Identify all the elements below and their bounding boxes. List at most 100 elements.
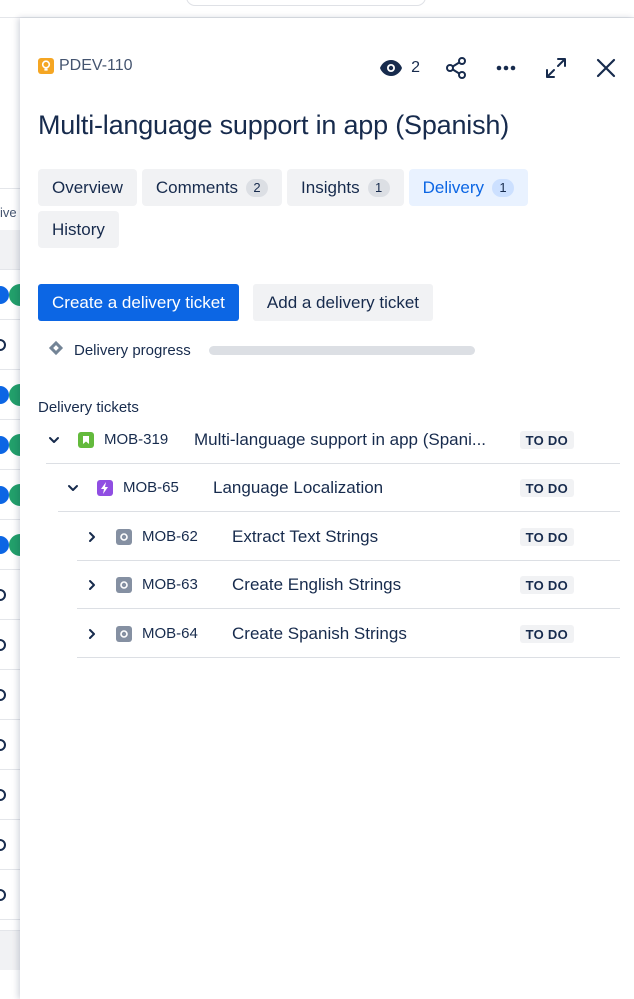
diamond-icon <box>48 340 64 360</box>
chevron-down-icon[interactable] <box>46 432 62 448</box>
issue-detail-panel: PDEV-110 2 Multi-language support in app… <box>20 18 634 999</box>
close-button[interactable] <box>592 54 620 82</box>
panel-actions: 2 <box>357 54 620 82</box>
ticket-key[interactable]: MOB-319 <box>104 431 194 448</box>
tab-count-badge: 2 <box>246 178 269 197</box>
issue-key: PDEV-110 <box>59 57 133 74</box>
board-row[interactable] <box>0 870 20 920</box>
ticket-summary[interactable]: Create Spanish Strings <box>232 624 407 644</box>
board-footer-band <box>0 930 20 970</box>
tab-insights[interactable]: Insights 1 <box>287 169 404 206</box>
status-badge[interactable]: TO DO <box>519 528 574 546</box>
status-icon <box>0 689 6 701</box>
board-row[interactable] <box>0 570 20 620</box>
status-badge[interactable]: TO DO <box>519 431 574 449</box>
ticket-summary[interactable]: Multi-language support in app (Spani... <box>194 430 486 450</box>
board-row[interactable] <box>0 420 20 470</box>
watcher-count: 2 <box>411 59 420 76</box>
board-row[interactable] <box>0 620 20 670</box>
top-navigation-bar <box>0 0 634 18</box>
status-icon <box>0 889 6 901</box>
ticket-key[interactable]: MOB-63 <box>142 576 232 593</box>
lightning-icon <box>97 479 113 496</box>
expand-button[interactable] <box>542 54 570 82</box>
status-badge[interactable]: TO DO <box>519 576 574 594</box>
add-delivery-ticket-button[interactable]: Add a delivery ticket <box>252 284 434 321</box>
delivery-tickets-label: Delivery tickets <box>38 399 139 416</box>
task-icon <box>116 528 132 545</box>
delivery-progress-label: Delivery progress <box>74 341 191 359</box>
delivery-progress: Delivery progress <box>48 340 475 360</box>
list-item[interactable]: MOB-319 Multi-language support in app (S… <box>46 416 620 464</box>
chevron-down-icon[interactable] <box>65 480 81 496</box>
task-icon <box>116 625 132 642</box>
board-row[interactable] <box>0 270 20 320</box>
board-column-header: ive <box>0 188 20 236</box>
more-actions-button[interactable] <box>492 54 520 82</box>
task-icon <box>116 576 132 593</box>
tab-label: Insights <box>301 177 360 197</box>
avatar <box>9 284 20 306</box>
ticket-summary[interactable]: Create English Strings <box>232 575 401 595</box>
tab-label: Overview <box>52 177 123 197</box>
more-icon <box>496 65 516 71</box>
status-badge[interactable]: TO DO <box>519 479 574 497</box>
delivery-actions: Create a delivery ticket Add a delivery … <box>38 284 434 321</box>
status-icon <box>0 639 6 651</box>
status-icon <box>0 839 6 851</box>
tab-label: Comments <box>155 177 239 197</box>
status-icon <box>0 589 6 601</box>
tab-delivery[interactable]: Delivery 1 <box>408 169 529 206</box>
tab-count-badge: 1 <box>492 178 515 197</box>
tab-label: Delivery <box>422 177 485 197</box>
status-icon <box>0 339 6 351</box>
tab-comments[interactable]: Comments 2 <box>141 169 283 206</box>
ticket-summary[interactable]: Language Localization <box>213 478 383 498</box>
list-item[interactable]: MOB-62 Extract Text Strings TO DO <box>77 513 620 561</box>
avatar <box>9 484 20 506</box>
ticket-key[interactable]: MOB-64 <box>142 625 232 642</box>
board-row[interactable] <box>0 370 20 420</box>
chevron-right-icon[interactable] <box>84 529 100 545</box>
avatar <box>9 384 20 406</box>
story-icon <box>78 431 94 448</box>
tab-overview[interactable]: Overview <box>38 169 137 206</box>
list-item[interactable]: MOB-65 Language Localization TO DO <box>58 464 620 512</box>
board-row[interactable] <box>0 470 20 520</box>
search-field[interactable] <box>186 0 426 6</box>
avatar <box>9 434 20 456</box>
board-row[interactable] <box>0 770 20 820</box>
board-row[interactable] <box>0 820 20 870</box>
tab-label: History <box>52 219 105 239</box>
eye-icon <box>380 60 403 76</box>
tab-history[interactable]: History <box>38 211 119 248</box>
tab-count-badge: 1 <box>367 178 390 197</box>
page-title[interactable]: Multi-language support in app (Spanish) <box>38 110 509 141</box>
list-item[interactable]: MOB-64 Create Spanish Strings TO DO <box>77 610 620 658</box>
create-delivery-ticket-button[interactable]: Create a delivery ticket <box>38 284 239 321</box>
list-item[interactable]: MOB-63 Create English Strings TO DO <box>77 561 620 609</box>
lightbulb-icon <box>38 58 54 74</box>
status-icon <box>0 789 6 801</box>
avatar <box>9 534 20 556</box>
board-row[interactable] <box>0 720 20 770</box>
board-row[interactable] <box>0 520 20 570</box>
ticket-summary[interactable]: Extract Text Strings <box>232 527 378 547</box>
ticket-key[interactable]: MOB-62 <box>142 528 232 545</box>
panel-header: PDEV-110 2 <box>38 54 620 82</box>
status-badge[interactable]: TO DO <box>519 625 574 643</box>
board-row[interactable] <box>0 320 20 370</box>
share-button[interactable] <box>442 54 470 82</box>
watch-button[interactable]: 2 <box>379 54 420 82</box>
share-icon <box>446 57 466 79</box>
progress-bar <box>208 345 475 355</box>
issue-key-link[interactable]: PDEV-110 <box>38 57 133 75</box>
close-icon <box>596 58 616 78</box>
chevron-right-icon[interactable] <box>84 626 100 642</box>
board-row[interactable] <box>0 670 20 720</box>
chevron-right-icon[interactable] <box>84 577 100 593</box>
ticket-key[interactable]: MOB-65 <box>123 479 213 496</box>
tab-bar: Overview Comments 2 Insights 1 Delivery 1 H… <box>38 169 558 248</box>
expand-icon <box>546 58 566 78</box>
board-background: ive <box>0 18 20 999</box>
